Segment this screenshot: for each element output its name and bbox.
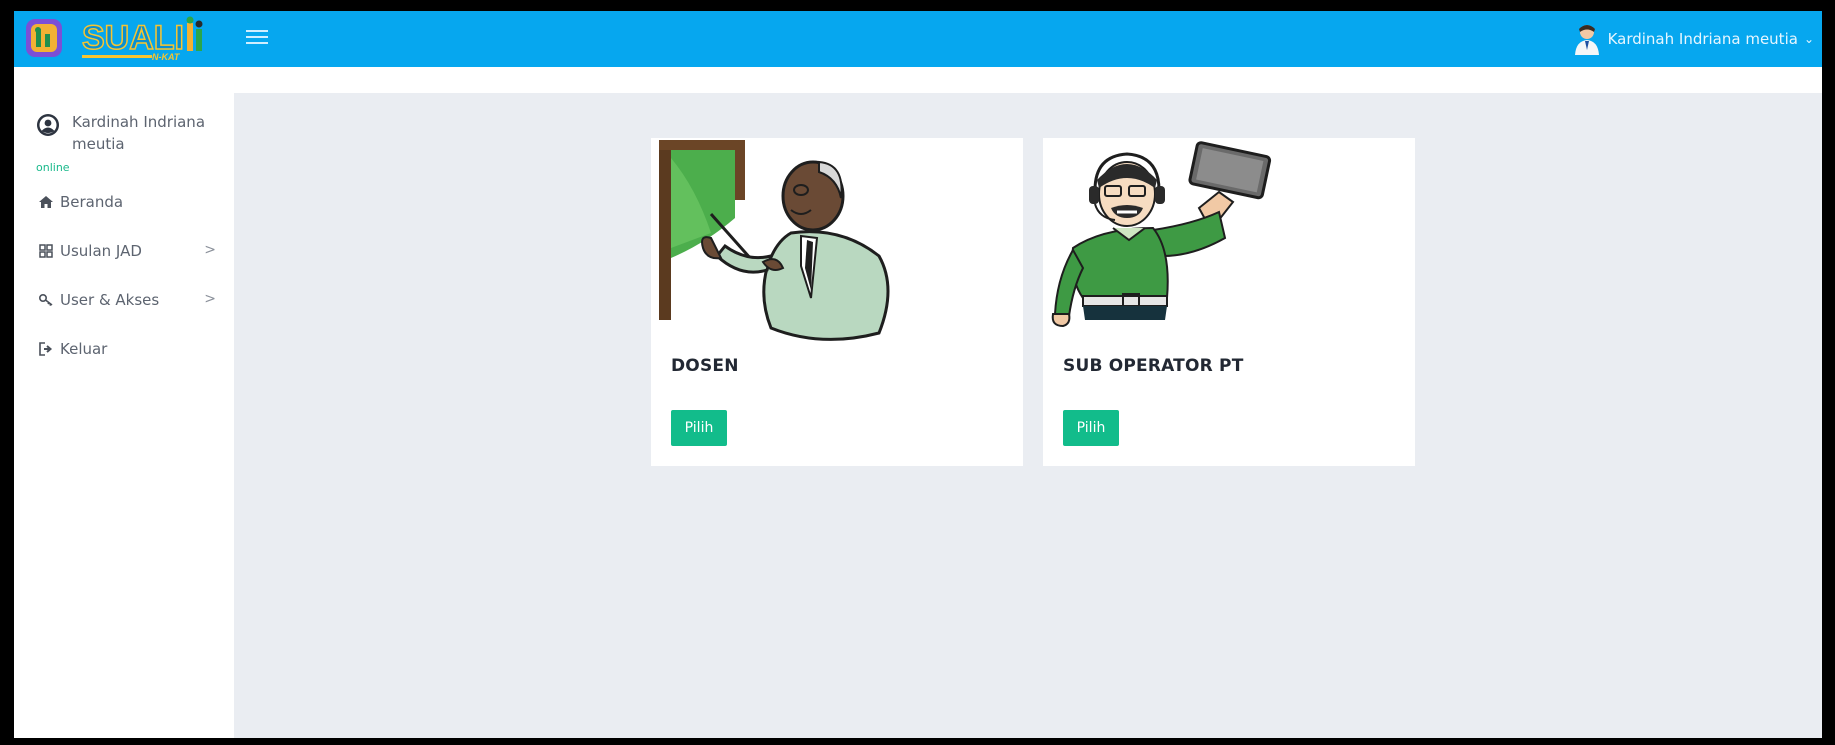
role-card-sub-operator-pt: SUB OPERATOR PT Pilih	[1043, 138, 1415, 466]
pilih-dosen-button[interactable]: Pilih	[671, 410, 727, 446]
pilih-sub-operator-pt-button[interactable]: Pilih	[1063, 410, 1119, 446]
home-icon	[38, 194, 54, 210]
sidebar-item-usulan-jad[interactable]: Usulan JAD >	[14, 226, 234, 275]
header-user-name: Kardinah Indriana meutia	[1607, 30, 1798, 48]
sidebar-item-label: Keluar	[60, 339, 108, 358]
sidebar-item-keluar[interactable]: Keluar	[14, 324, 234, 373]
sidebar-toggle-button[interactable]	[246, 27, 268, 47]
role-card-dosen: DOSEN Pilih	[651, 138, 1023, 466]
role-title: SUB OPERATOR PT	[1063, 356, 1244, 376]
chevron-right-icon: >	[204, 291, 216, 307]
top-navbar: SUALI N-KAT Kardinah Indriana meutia ⌄	[14, 11, 1822, 67]
chevron-right-icon: >	[204, 242, 216, 258]
app-logo[interactable]: SUALI N-KAT	[24, 13, 234, 65]
app-window: SUALI N-KAT Kardinah Indriana meutia ⌄ K…	[14, 11, 1822, 738]
lecturer-illustration	[659, 140, 890, 341]
status-badge: online	[36, 161, 70, 174]
sidebar-nav: Beranda Usulan JAD > User & Akses > Kelu…	[14, 177, 234, 373]
sidebar-item-label: User & Akses	[60, 290, 160, 309]
key-icon	[38, 292, 54, 308]
sidebar: Kardinah Indriana meutia online Beranda	[14, 67, 234, 738]
sidebar-item-label: Usulan JAD	[60, 241, 142, 260]
user-menu[interactable]: Kardinah Indriana meutia ⌄	[1572, 23, 1814, 55]
sidebar-item-user-akses[interactable]: User & Akses >	[14, 275, 234, 324]
operator-illustration	[1051, 141, 1272, 328]
svg-text:N-KAT: N-KAT	[152, 52, 181, 62]
grid-icon	[38, 243, 54, 259]
user-avatar-icon	[1574, 25, 1599, 55]
role-title: DOSEN	[671, 356, 739, 376]
sidebar-item-label: Beranda	[60, 192, 124, 211]
chevron-down-icon: ⌄	[1803, 32, 1814, 46]
sign-out-icon	[38, 341, 54, 357]
sidebar-item-beranda[interactable]: Beranda	[14, 177, 234, 226]
user-circle-icon	[37, 114, 59, 136]
content-header-strip	[234, 67, 1822, 93]
profile-name: Kardinah Indriana meutia	[72, 113, 206, 153]
